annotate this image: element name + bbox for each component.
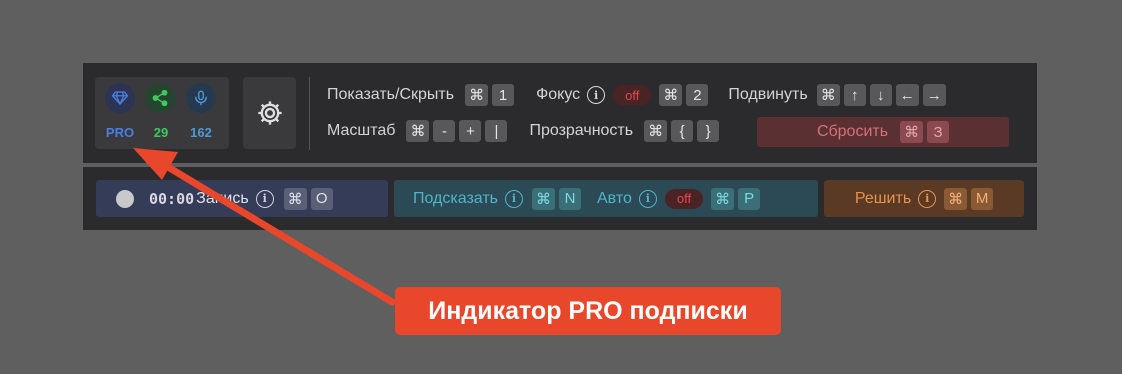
- key-cmd: ⌘: [532, 187, 555, 210]
- key-cmd: ⌘: [644, 120, 668, 142]
- callout-label: Индикатор PRO подписки: [395, 287, 781, 335]
- key-z: З: [927, 121, 950, 143]
- key-left: ←: [895, 84, 919, 106]
- key-brace-open: {: [671, 120, 694, 142]
- key-cmd: ⌘: [711, 187, 735, 210]
- record-timer: 00:00: [149, 189, 195, 208]
- share-count: 29: [153, 125, 169, 140]
- microphone-icon: [186, 83, 216, 113]
- key-1: 1: [492, 84, 515, 106]
- key-cmd: ⌘: [406, 120, 430, 142]
- key-pipe: |: [485, 120, 508, 142]
- key-right: →: [922, 84, 946, 106]
- hint-info-icon[interactable]: i: [505, 189, 523, 208]
- record-info-icon[interactable]: i: [255, 189, 274, 208]
- diamond-icon: [105, 83, 135, 113]
- subscription-status-box: PRO 29 162: [95, 77, 229, 149]
- focus-label: Фокус: [536, 86, 581, 103]
- key-cmd: ⌘: [900, 121, 924, 143]
- hint-label: Подсказать: [413, 189, 498, 207]
- solve-button[interactable]: Решить i ⌘ M: [824, 180, 1024, 217]
- key-plus: +: [459, 120, 482, 142]
- key-n: N: [559, 187, 581, 210]
- gear-icon: [257, 101, 282, 125]
- auto-info-icon[interactable]: i: [638, 189, 657, 208]
- solve-label: Решить: [854, 189, 912, 207]
- record-button[interactable]: 00:00 Запись i ⌘ O: [96, 180, 388, 217]
- focus-info-icon[interactable]: i: [587, 86, 606, 104]
- solve-info-icon[interactable]: i: [918, 189, 937, 208]
- key-brace-close: }: [697, 120, 720, 142]
- key-m: M: [971, 187, 994, 210]
- auto-label: Авто: [597, 189, 632, 207]
- move-label: Подвинуть: [728, 86, 808, 103]
- key-cmd: ⌘: [944, 187, 968, 210]
- key-up: ↑: [843, 84, 866, 106]
- auto-toggle[interactable]: off: [664, 188, 704, 209]
- key-cmd: ⌘: [465, 84, 489, 106]
- share-icon: [145, 83, 175, 113]
- reset-button[interactable]: Сбросить ⌘ З: [757, 117, 1009, 147]
- record-label: Запись: [196, 189, 249, 207]
- key-o: O: [310, 187, 333, 210]
- divider: [309, 77, 310, 150]
- key-p: P: [738, 187, 761, 210]
- opacity-label: Прозрачность: [529, 122, 634, 139]
- key-cmd: ⌘: [283, 187, 307, 210]
- hint-button[interactable]: Подсказать i ⌘ N Авто i off ⌘ P: [394, 180, 818, 217]
- scale-label: Масштаб: [327, 122, 396, 139]
- focus-toggle[interactable]: off: [613, 85, 652, 105]
- toolbar-bottom-panel: 00:00 Запись i ⌘ O Подсказать i ⌘ N Авто…: [83, 167, 1037, 230]
- toolbar-top-panel: PRO 29 162 Показать/Скрыть ⌘ 1 Фокус i o…: [83, 63, 1037, 163]
- key-minus: -: [433, 120, 456, 142]
- reset-label: Сбросить: [816, 123, 889, 140]
- key-down: ↓: [869, 84, 892, 106]
- key-2: 2: [686, 84, 709, 106]
- show-hide-label: Показать/Скрыть: [327, 86, 455, 103]
- key-cmd: ⌘: [659, 84, 683, 106]
- key-cmd: ⌘: [816, 84, 840, 106]
- mic-count: 162: [190, 125, 212, 140]
- pro-indicator: PRO: [105, 125, 135, 140]
- record-dot-icon: [116, 189, 134, 208]
- settings-button[interactable]: [243, 77, 296, 149]
